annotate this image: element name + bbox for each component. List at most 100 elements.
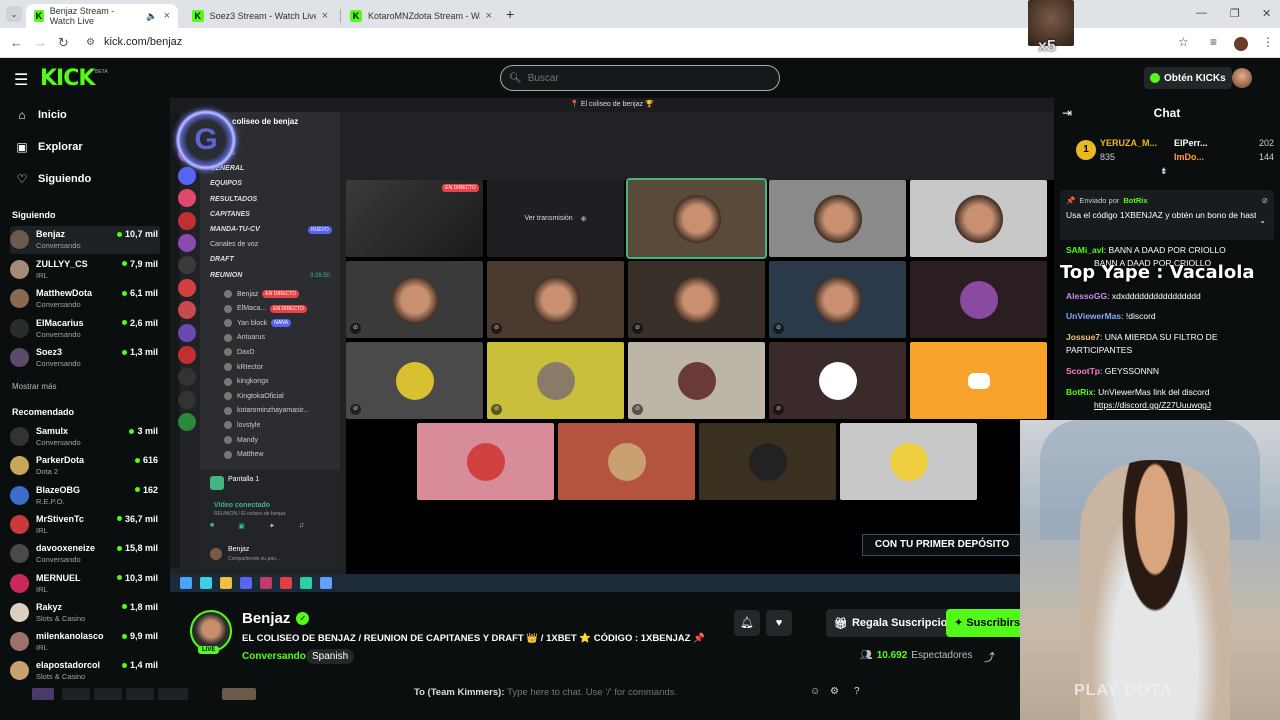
sidebar-channel-milenkanolasco[interactable]: milenkanolasco IRL 9,9 mil	[10, 628, 160, 656]
camera-icon[interactable]: ■	[210, 522, 214, 536]
voice-user[interactable]: Yan block NANA	[224, 319, 292, 328]
bookmark-star-icon[interactable]: ☆	[1178, 35, 1189, 49]
search-bar[interactable]: 🔍︎	[500, 65, 780, 91]
voice-user[interactable]: Matthew	[224, 450, 263, 459]
stream-category[interactable]: Conversando	[242, 651, 306, 662]
participant-video-tile[interactable]	[417, 423, 554, 500]
tab-close-icon[interactable]: ×	[486, 10, 492, 22]
tab-list-button[interactable]: ⌄	[6, 6, 22, 22]
chat-username[interactable]: BotRix	[1066, 387, 1093, 397]
profile-avatar[interactable]	[1234, 37, 1248, 51]
kick-logo[interactable]: KICK	[40, 66, 95, 91]
streamer-name[interactable]: Benjaz	[242, 610, 290, 627]
participant-video-tile[interactable]	[769, 180, 906, 257]
sidebar-channel-davooxeneize[interactable]: davooxeneize Conversando 15,8 mil	[10, 540, 160, 568]
nav-following[interactable]: ♡ Siguiendo	[16, 172, 92, 186]
participant-video-tile[interactable]: ⊘	[346, 261, 483, 338]
discord-channel[interactable]: REUNION	[210, 272, 242, 279]
unpin-icon[interactable]: ⊘	[1262, 196, 1268, 205]
screen-icon[interactable]: ▣	[238, 522, 245, 536]
voice-user[interactable]: kRtector	[224, 363, 263, 371]
tab-mute-icon[interactable]: 🔈	[146, 11, 157, 22]
sidebar-channel-blazeobg[interactable]: BlazeOBG R.E.P.O. 162	[10, 482, 160, 510]
voice-user[interactable]: Mandy	[224, 436, 258, 444]
chat-username[interactable]: AlessoGG	[1066, 291, 1107, 301]
show-more-link[interactable]: Mostrar más	[12, 382, 56, 391]
top-gifter-name[interactable]: YERUZA_M...	[1100, 138, 1157, 148]
sidebar-channel-samulx[interactable]: Samulx Conversando 3 mil	[10, 423, 160, 451]
sidebar-channel-elmacarius[interactable]: ElMacarius Conversando 2,6 mil	[10, 315, 160, 343]
view-stream-button[interactable]: Ver transmisión ⊕	[487, 180, 624, 257]
discord-channel[interactable]: Canales de voz	[210, 241, 258, 248]
nav-explore[interactable]: ▣ Explorar	[16, 140, 82, 154]
get-kicks-button[interactable]: Obtén KICKs	[1144, 67, 1232, 89]
sidebar-channel-parkerdota[interactable]: ParkerDota Dota 2 616	[10, 452, 160, 480]
chat-settings-icon[interactable]: ⚙	[830, 686, 839, 697]
participant-video-tile[interactable]: ⊘	[769, 261, 906, 338]
chat-link[interactable]: https://discord.gg/Z27UuuwqgJ	[1094, 400, 1211, 410]
voice-user[interactable]: kotarominzhayamasir...	[224, 406, 309, 415]
participant-video-tile[interactable]	[699, 423, 836, 500]
participant-video-tile[interactable]	[910, 261, 1047, 338]
voice-user[interactable]: kingkongx	[224, 377, 269, 386]
close-window-icon[interactable]: ✕	[1262, 7, 1271, 20]
discord-channel[interactable]: CAPITANES	[210, 211, 250, 218]
voice-user[interactable]: ElMaca... EN DIRECTO	[224, 304, 307, 313]
participant-video-tile[interactable]: EN DIRECTO	[346, 180, 483, 257]
help-icon[interactable]: ?	[854, 686, 860, 697]
participant-video-tile[interactable]	[626, 178, 767, 259]
sidebar-channel-soez3[interactable]: Soez3 Conversando 1,3 mil	[10, 344, 160, 372]
expand-gifters-icon[interactable]: ⇟	[1160, 166, 1168, 177]
chat-username[interactable]: UnViewerMas	[1066, 311, 1121, 321]
voice-user[interactable]: DaxD	[224, 348, 255, 357]
voice-user[interactable]: KingtokaOficial	[224, 392, 284, 401]
tab-benjaz[interactable]: K Benjaz Stream - Watch Live 🔈 ×	[26, 4, 178, 28]
notification-bell-icon[interactable]: 🔔︎	[734, 610, 760, 636]
participant-video-tile[interactable]: ⊘	[628, 342, 765, 419]
share-icon[interactable]: ⤴	[984, 649, 995, 665]
browser-menu-icon[interactable]: ⋮	[1262, 35, 1274, 49]
video-player[interactable]: 📍 El coliseo de benjaz 🏆 coliseo de benj…	[170, 98, 1054, 592]
tab-soez3[interactable]: K Soez3 Stream - Watch Live on K ×	[184, 4, 336, 28]
participant-video-tile[interactable]	[910, 180, 1047, 257]
sidebar-channel-mrstiventc[interactable]: MrStivenTc IRL 36,7 mil	[10, 511, 160, 539]
participant-video-tile[interactable]	[910, 342, 1047, 419]
site-info-icon[interactable]: ⚙	[86, 37, 95, 48]
back-icon[interactable]: ←	[10, 35, 23, 50]
participant-video-tile[interactable]: ⊘	[769, 342, 906, 419]
game-chat-input[interactable]	[507, 687, 808, 698]
voice-user[interactable]: Antuarus	[224, 333, 265, 342]
participant-video-tile[interactable]	[840, 423, 977, 500]
maximize-icon[interactable]: ❐	[1230, 7, 1240, 20]
minimize-icon[interactable]: —	[1196, 7, 1207, 19]
participant-video-tile[interactable]: ⊘	[487, 261, 624, 338]
forward-icon[interactable]: →	[34, 35, 47, 50]
participant-video-tile[interactable]: Ver transmisión ⊕	[487, 180, 624, 257]
participant-video-tile[interactable]: ⊘	[346, 342, 483, 419]
discord-channel[interactable]: DRAFT	[210, 256, 234, 263]
subscribe-button[interactable]: ✦ Suscribirse	[946, 609, 1020, 637]
sidebar-channel-benjaz[interactable]: Benjaz Conversando 10,7 mil	[10, 226, 160, 254]
new-tab-button[interactable]: +	[506, 6, 514, 22]
follow-heart-icon[interactable]: ♥	[766, 610, 792, 636]
discord-channel[interactable]: EQUIPOS	[210, 180, 242, 187]
soundboard-icon[interactable]: ♫	[299, 522, 304, 536]
gifter-row[interactable]: ImDo... 144	[1174, 152, 1274, 162]
sidebar-channel-elapostadorcol[interactable]: elapostadorcol Slots & Casino 1,4 mil	[10, 657, 160, 685]
voice-user[interactable]: Benjaz EN DIRECTO	[224, 290, 300, 298]
discord-channel[interactable]: RESULTADOS	[210, 196, 257, 203]
search-input[interactable]	[527, 72, 768, 84]
participant-video-tile[interactable]: ⊘	[628, 261, 765, 338]
game-chat-input-row[interactable]: To (Team Kimmers):	[414, 687, 808, 698]
chat-username[interactable]: SAMi_avl	[1066, 245, 1104, 255]
chat-username[interactable]: Jossue7	[1066, 332, 1100, 342]
chat-username[interactable]: ScootTp	[1066, 366, 1100, 376]
activity-icon[interactable]: ✦	[269, 522, 275, 536]
sidebar-channel-zullyy_cs[interactable]: ZULLYY_CS IRL 7,9 mil	[10, 256, 160, 284]
reload-icon[interactable]: ↻	[58, 35, 69, 51]
language-tag[interactable]: Spanish	[306, 649, 355, 664]
tab-search-icon[interactable]: ≡	[1210, 35, 1217, 49]
discord-channel[interactable]: MANDA-TU-CV	[210, 226, 260, 233]
tab-close-icon[interactable]: ×	[322, 10, 328, 22]
participant-video-tile[interactable]: ⊘	[487, 342, 624, 419]
